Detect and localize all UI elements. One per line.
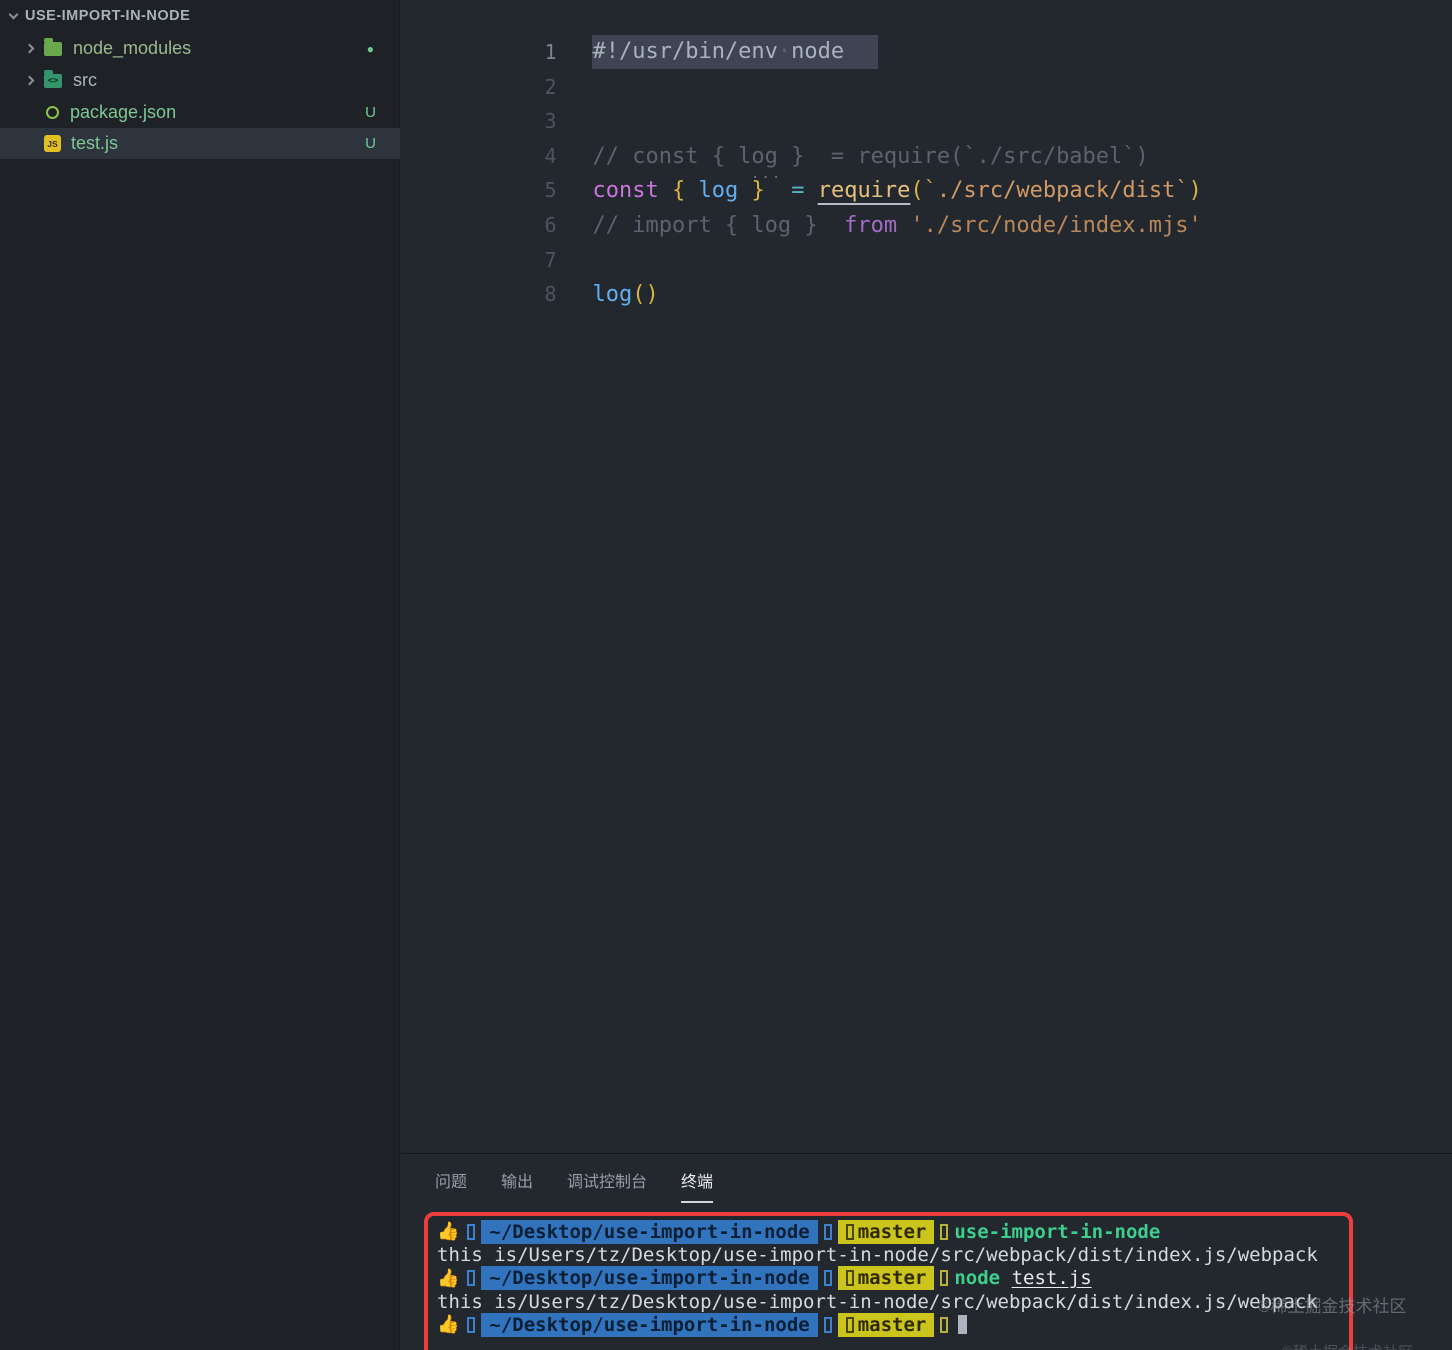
git-untracked-badge: U [365, 104, 376, 121]
prompt-path-segment: ~/Desktop/use-import-in-node [481, 1266, 818, 1291]
tab-debug-console[interactable]: 调试控制台 [567, 1168, 647, 1203]
code-line-6[interactable]: 6// import { log } from './src/node/inde… [401, 173, 1452, 238]
thumbs-up-icon: 👍 [437, 1314, 460, 1336]
terminal-command: node [954, 1267, 1012, 1290]
code-line-5[interactable]: 5 const { log } = require(`./src/webpack/… [401, 138, 1452, 203]
code-editor[interactable]: 1 #!/usr/bin/env·node 2 3 4// const { log… [401, 0, 1452, 1152]
watermark-text: ©稀土掘金技术社区 [1258, 1297, 1407, 1316]
terminal-cursor [958, 1315, 968, 1335]
code-token: log [592, 281, 633, 307]
tree-item-label: src [73, 70, 97, 90]
prompt-branch-segment: master [837, 1312, 935, 1337]
powerline-glyph-box [940, 1316, 949, 1333]
tree-item-label: package.json [70, 102, 177, 122]
powerline-glyph-box [467, 1316, 476, 1333]
tree-item-test-js[interactable]: test.js U [0, 128, 400, 159]
terminal-output-text: this is/Users/tz/Desktop/use-import-in-n… [437, 1243, 1318, 1266]
powerline-glyph-box [845, 1316, 854, 1333]
powerline-glyph-box [823, 1270, 832, 1287]
tree-item-src[interactable]: src [0, 65, 400, 96]
code-line-8[interactable]: 8 log() [401, 242, 1452, 307]
powerline-glyph-box [845, 1223, 854, 1240]
chevron-down-icon [8, 9, 19, 20]
thumbs-up-icon: 👍 [437, 1221, 460, 1243]
code-token: () [632, 281, 659, 307]
chevron-right-icon [24, 43, 35, 54]
package-json-icon [46, 106, 59, 119]
powerline-glyph-box [467, 1270, 476, 1287]
folder-icon-node-modules [44, 37, 62, 56]
javascript-file-icon [44, 135, 61, 152]
git-branch-label: master [857, 1220, 927, 1243]
powerline-glyph-box [940, 1270, 949, 1287]
code-line-2[interactable]: 2 [401, 35, 1452, 99]
terminal-content[interactable]: 👍 ~/Desktop/use-import-in-node master us… [437, 1219, 1318, 1337]
powerline-glyph-box [467, 1223, 476, 1240]
terminal-command: use-import-in-node [954, 1220, 1161, 1243]
vscode-window: USE-IMPORT-IN-NODE node_modules ● src pa… [0, 0, 1452, 1350]
terminal-output-line: this is/Users/tz/Desktop/use-import-in-n… [437, 1243, 1318, 1266]
terminal-prompt-line: 👍 ~/Desktop/use-import-in-node master [437, 1312, 1318, 1337]
prompt-branch-segment: master [837, 1266, 935, 1291]
code-line-1[interactable]: 1 #!/usr/bin/env·node [401, 0, 1452, 69]
terminal-output-line: this is/Users/tz/Desktop/use-import-in-n… [437, 1290, 1318, 1313]
explorer-section-header[interactable]: USE-IMPORT-IN-NODE [8, 8, 191, 24]
explorer-sidebar: USE-IMPORT-IN-NODE node_modules ● src pa… [0, 0, 400, 1350]
prompt-path-segment: ~/Desktop/use-import-in-node [481, 1219, 818, 1244]
tab-output[interactable]: 输出 [501, 1168, 533, 1203]
folder-icon-src [44, 69, 62, 88]
tree-item-label: test.js [71, 133, 119, 153]
tree-item-package-json[interactable]: package.json U [0, 97, 400, 128]
prompt-branch-segment: master [837, 1219, 935, 1244]
git-untracked-badge: U [365, 135, 376, 152]
powerline-glyph-box [823, 1316, 832, 1333]
panel-tab-bar: 问题 输出 调试控制台 终端 [435, 1168, 714, 1203]
terminal-prompt-line: 👍 ~/Desktop/use-import-in-node master no… [437, 1266, 1318, 1291]
code-line-7[interactable]: 7 [401, 208, 1452, 272]
tab-problems[interactable]: 问题 [435, 1168, 467, 1203]
prompt-path-segment: ~/Desktop/use-import-in-node [481, 1312, 818, 1337]
git-status-dot: ● [366, 41, 374, 56]
terminal-prompt-line: 👍 ~/Desktop/use-import-in-node master us… [437, 1219, 1318, 1244]
git-branch-label: master [857, 1313, 927, 1336]
tree-item-label: node_modules [73, 38, 192, 58]
git-branch-label: master [857, 1267, 927, 1290]
code-line-4[interactable]: 4// const { log } = require(`./src/babel… [401, 104, 1452, 169]
terminal-output-text: this is/Users/tz/Desktop/use-import-in-n… [437, 1290, 1318, 1313]
terminal-command-argument: test.js [1011, 1267, 1092, 1290]
chevron-right-icon [24, 75, 35, 86]
hover-hint-dots: ... [751, 166, 783, 182]
powerline-glyph-box [823, 1223, 832, 1240]
tree-item-node-modules[interactable]: node_modules ● [0, 33, 400, 64]
powerline-glyph-box [940, 1223, 949, 1240]
code-line-3[interactable]: 3 [401, 69, 1452, 133]
powerline-glyph-box [845, 1270, 854, 1287]
watermark-text-clipped: ©稀土掘金技术社区 [1282, 1341, 1413, 1350]
bottom-panel: 问题 输出 调试控制台 终端 👍 ~/Desktop/use-import-in… [401, 1153, 1452, 1350]
tab-terminal[interactable]: 终端 [681, 1168, 714, 1203]
explorer-title: USE-IMPORT-IN-NODE [25, 8, 191, 24]
thumbs-up-icon: 👍 [437, 1267, 460, 1289]
line-number: 8 [544, 281, 557, 306]
